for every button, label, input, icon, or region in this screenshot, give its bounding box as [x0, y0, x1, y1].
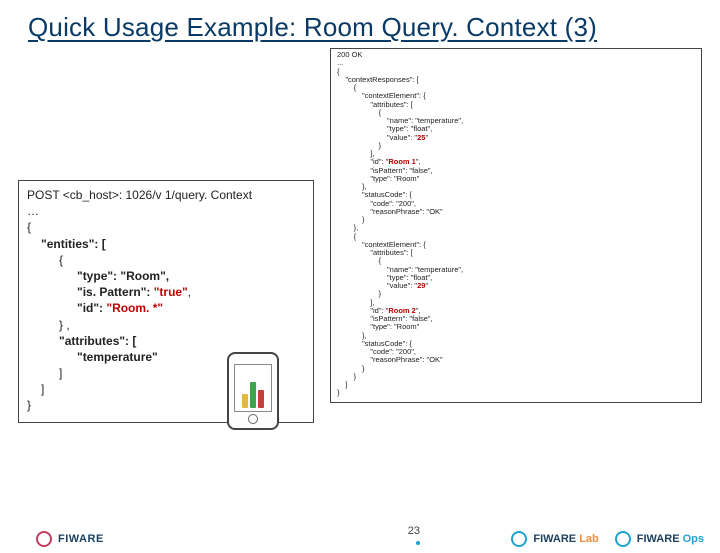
fiware-text: FIWARE [58, 533, 104, 545]
slide-title: Quick Usage Example: Room Query. Context… [28, 12, 702, 43]
code-line: "type": "Room", [27, 268, 305, 284]
code-line: } [337, 216, 697, 224]
code-line: "value": "29" [337, 282, 697, 290]
code-line: }, [337, 224, 697, 232]
code-line: 200 OK [337, 51, 697, 59]
footer-bar: FIWARE FIWARE Lab FIWARE Ops [0, 527, 720, 553]
swirl-icon [511, 531, 527, 547]
footer-right-logos: FIWARE Lab FIWARE Ops [511, 531, 704, 547]
code-line: } , [27, 317, 305, 333]
fiware-lab-text: FIWARE Lab [533, 533, 598, 545]
code-line: ] [337, 381, 697, 389]
code-line: ... [337, 59, 697, 67]
code-line: "reasonPhrase": "OK" [337, 356, 697, 364]
phone-illustration [227, 352, 279, 430]
code-line: "is. Pattern": "true", [27, 284, 305, 300]
code-line: "entities": [ [27, 236, 305, 252]
code-line: { [27, 219, 305, 235]
code-line: "attributes": [ [337, 101, 697, 109]
slide: Quick Usage Example: Room Query. Context… [0, 0, 720, 553]
code-line: "attributes": [ [27, 333, 305, 349]
swirl-icon [615, 531, 631, 547]
code-line: "type": "Room" [337, 323, 697, 331]
fiware-logo: FIWARE [36, 531, 104, 547]
fiware-ops-logo: FIWARE Ops [615, 531, 704, 547]
request-header: POST <cb_host>: 1026/v 1/query. Context [27, 187, 305, 203]
code-line: } [337, 373, 697, 381]
code-line: "contextResponses": [ [337, 76, 697, 84]
code-line: "attributes": [ [337, 249, 697, 257]
response-code-box: 200 OK...{ "contextResponses": [ { "cont… [330, 48, 702, 403]
code-line: … [27, 203, 305, 219]
code-line: } [337, 365, 697, 373]
fiware-lab-logo: FIWARE Lab [511, 531, 598, 547]
fiware-ops-text: FIWARE Ops [637, 533, 704, 545]
code-line: "type": "Room" [337, 175, 697, 183]
swirl-icon [36, 531, 52, 547]
code-line: "reasonPhrase": "OK" [337, 208, 697, 216]
code-line: "id": "Room. *" [27, 300, 305, 316]
code-line: } [337, 389, 697, 397]
code-line: { [27, 252, 305, 268]
code-line: } [337, 142, 697, 150]
code-line: } [337, 290, 697, 298]
code-line: "value": "25" [337, 134, 697, 142]
